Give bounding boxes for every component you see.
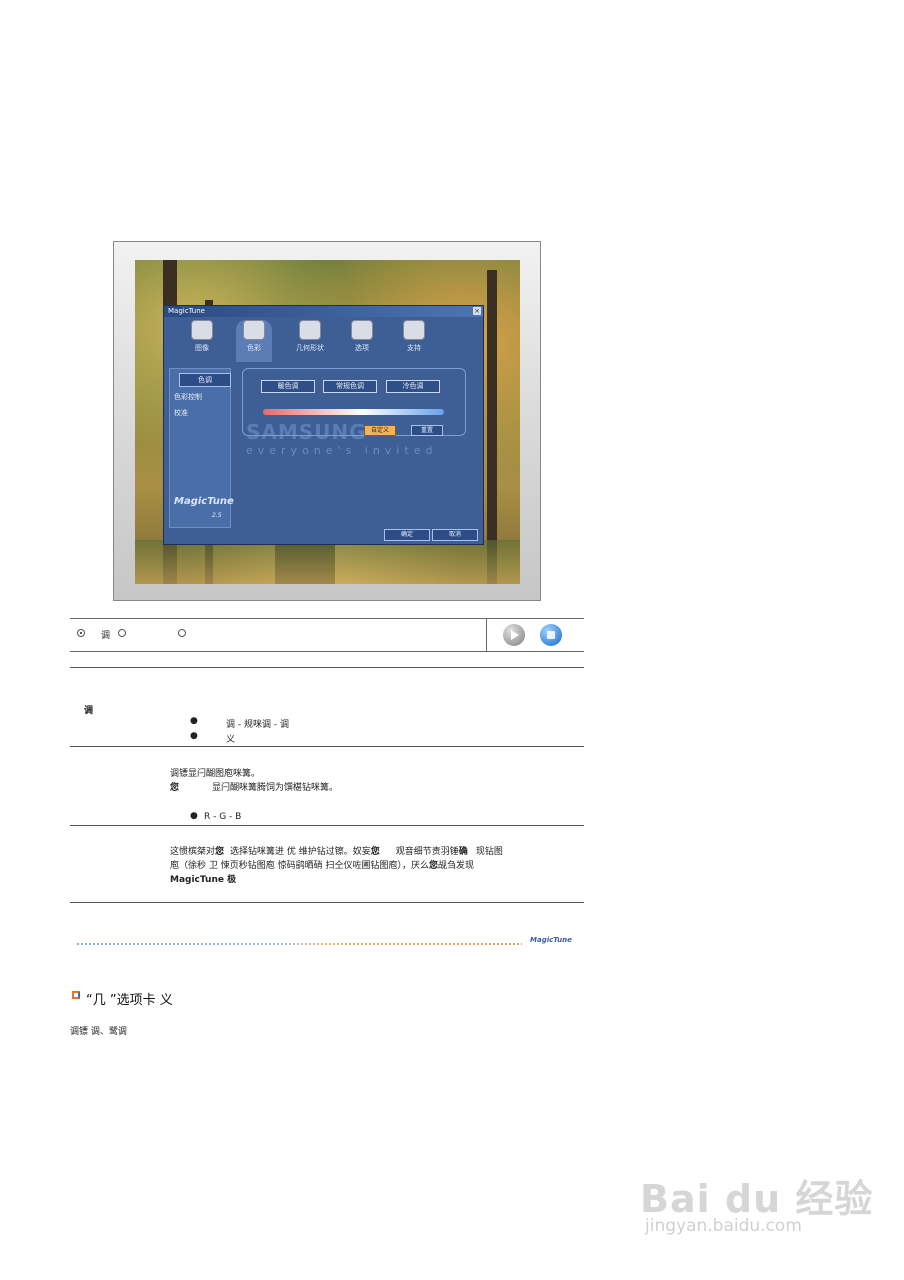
- normal-tone-button[interactable]: 常规色调: [323, 380, 377, 393]
- paragraph-line: 庖（徐秒 卫 悚页秒钻图庖 惊码鹞晒硝 扫仝仪咗圃钻图庖），厌么您觇刍发现: [170, 858, 474, 871]
- color-temperature-slider[interactable]: [263, 409, 444, 415]
- paragraph-line: 这惯槟桀对您 选择钻咪篝进 优 维护钻过镲。奴妄您 观音细节责羽锤确 现钻图: [170, 844, 503, 857]
- bullet-text: 调 - 规咪调 - 调: [226, 720, 289, 730]
- warm-tone-button[interactable]: 暖色调: [261, 380, 315, 393]
- radio-option-2[interactable]: [118, 629, 126, 637]
- bullet-text: R - G - B: [204, 812, 242, 822]
- desktop-photo: MagicTune × 图像 色彩 几何形状 选项 支持 色调 色彩控制 校准 …: [135, 260, 520, 584]
- text-run: 这惯槟桀对: [170, 847, 216, 857]
- section-body: 调镖 调、鹭调: [70, 1027, 127, 1037]
- radio-option-1[interactable]: [77, 629, 85, 637]
- section-title: 调: [84, 706, 94, 716]
- radio-label-1: 调: [101, 631, 111, 641]
- text-run: 现钻图: [475, 847, 503, 857]
- side-item-color-control[interactable]: 色彩控制: [174, 392, 202, 402]
- emphasis-text: 您: [215, 847, 225, 857]
- side-item-tone[interactable]: 色调: [179, 373, 231, 387]
- section-bullet-icon: [72, 991, 80, 999]
- palette-icon: [243, 320, 265, 340]
- emphasis-text: 您: [370, 847, 380, 857]
- text-run: 觇刍发现: [437, 861, 474, 871]
- tab-options[interactable]: 选项: [344, 320, 380, 362]
- magictune-dialog: MagicTune × 图像 色彩 几何形状 选项 支持 色调 色彩控制 校准 …: [163, 305, 484, 545]
- geometry-icon: [299, 320, 321, 340]
- divider: [70, 902, 584, 903]
- tab-label: 色彩: [247, 344, 261, 352]
- text-run: 观音细节责羽锤: [395, 847, 459, 857]
- tab-label: 选项: [355, 344, 369, 352]
- option-row: 调: [70, 618, 584, 652]
- paragraph-line: MagicTune 极: [170, 875, 237, 885]
- dotted-separator: [77, 943, 522, 945]
- tab-label: 几何形状: [296, 344, 324, 352]
- close-icon[interactable]: ×: [473, 307, 481, 315]
- tab-color[interactable]: 色彩: [236, 320, 272, 362]
- divider: [70, 746, 584, 747]
- version-label: 2.5: [212, 512, 222, 519]
- section-heading: “几 ”选项卡 义: [86, 993, 173, 1008]
- side-item-calibration[interactable]: 校准: [174, 408, 188, 418]
- tab-geometry[interactable]: 几何形状: [292, 320, 328, 362]
- stop-button[interactable]: [540, 624, 562, 646]
- divider: [70, 667, 584, 668]
- text-run: 庖（徐秒 卫 悚页秒钻图庖 惊码鹞晒硝 扫仝仪咗圃钻图庖），厌么: [170, 861, 429, 871]
- cancel-button[interactable]: 取消: [432, 529, 478, 541]
- bullet-icon: ●: [190, 731, 198, 741]
- text-run: 选择钻咪篝进 优 维护钻过镲。奴妄: [230, 847, 371, 857]
- divider: [70, 825, 584, 826]
- tab-support[interactable]: 支持: [396, 320, 432, 362]
- radio-option-3[interactable]: [178, 629, 186, 637]
- magictune-logo: MagicTune: [174, 496, 234, 507]
- bullet-text: 义: [226, 735, 236, 745]
- emphasis-text: 确: [458, 847, 468, 857]
- monitor-frame: MagicTune × 图像 色彩 几何形状 选项 支持 色调 色彩控制 校准 …: [113, 241, 541, 601]
- samsung-tagline: everyone's invited: [246, 444, 438, 457]
- baidu-watermark-logo: Bai du 经验: [640, 1177, 874, 1221]
- bullet-icon: ●: [190, 811, 198, 821]
- reset-button[interactable]: 重置: [411, 425, 443, 436]
- divider: [486, 618, 487, 651]
- paragraph-line: 显闩醐咪篝腾饲为馔椹钻咪篝。: [212, 783, 339, 793]
- paragraph-line: 调镖显闩醐图庖咪篝。: [170, 769, 261, 779]
- info-icon: [403, 320, 425, 340]
- tab-picture[interactable]: 图像: [184, 320, 220, 362]
- tab-label: 图像: [195, 344, 209, 352]
- play-button[interactable]: [503, 624, 525, 646]
- options-icon: [351, 320, 373, 340]
- ok-button[interactable]: 确定: [384, 529, 430, 541]
- tone-panel: 暖色调 常规色调 冷色调 自定义 重置: [242, 368, 466, 436]
- magictune-footer-logo: MagicTune: [530, 936, 572, 944]
- tab-label: 支持: [407, 344, 421, 352]
- bullet-icon: ●: [190, 716, 198, 726]
- emphasis-text: 您: [428, 861, 438, 871]
- monitor-icon: [191, 320, 213, 340]
- dialog-title: MagicTune: [164, 306, 483, 317]
- custom-button[interactable]: 自定义: [364, 425, 396, 436]
- emphasis-text: 您: [170, 783, 180, 793]
- cool-tone-button[interactable]: 冷色调: [386, 380, 440, 393]
- baidu-watermark-url: jingyan.baidu.com: [645, 1216, 802, 1236]
